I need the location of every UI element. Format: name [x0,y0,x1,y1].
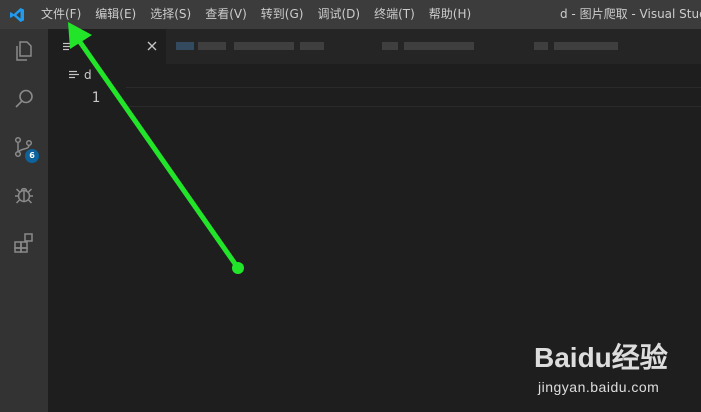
window-title: d - 图片爬取 - Visual Studio [560,7,701,21]
tab-blurred [234,42,294,50]
tab-bar [48,29,701,64]
watermark-brand: Baidu经验 [534,342,668,373]
line-number: 1 [91,90,100,106]
menu-terminal[interactable]: 终端(T) [367,0,422,29]
vscode-logo-icon [0,0,34,29]
activity-explorer[interactable] [0,29,48,77]
debug-icon [12,183,36,211]
activity-debug[interactable] [0,173,48,221]
menu-debug[interactable]: 调试(D) [310,0,367,29]
tab-blurred [176,42,194,50]
tab-blurred [534,42,548,50]
tab-blurred [300,42,324,50]
close-icon[interactable] [144,38,160,54]
menu-edit[interactable]: 编辑(E) [88,0,143,29]
activity-search[interactable] [0,77,48,125]
menu-help[interactable]: 帮助(H) [422,0,478,29]
menu-selection[interactable]: 选择(S) [143,0,198,29]
activity-bar: 6 [0,29,48,412]
text-file-icon [62,41,74,53]
extensions-icon [12,231,36,259]
current-line-highlight[interactable] [126,87,701,107]
breadcrumb: d [48,64,701,86]
source-control-badge: 6 [25,149,39,163]
menu-file[interactable]: 文件(F) [34,0,88,29]
watermark-url: jingyan.baidu.com [538,379,660,395]
tab-blurred [198,42,226,50]
tab-blurred [382,42,398,50]
explorer-icon [12,39,36,67]
search-icon [12,87,36,115]
watermark: Baidu经验 jingyan.baidu.com [534,336,694,406]
title-bar: 文件(F) 编辑(E) 选择(S) 查看(V) 转到(G) 调试(D) 终端(T… [0,0,701,29]
activity-extensions[interactable] [0,221,48,269]
menu-go[interactable]: 转到(G) [254,0,311,29]
vscode-window: 文件(F) 编辑(E) 选择(S) 查看(V) 转到(G) 调试(D) 终端(T… [0,0,701,412]
breadcrumb-file[interactable]: d [84,68,92,82]
activity-source-control[interactable]: 6 [0,125,48,173]
menu-view[interactable]: 查看(V) [198,0,254,29]
menu-bar: 文件(F) 编辑(E) 选择(S) 查看(V) 转到(G) 调试(D) 终端(T… [34,0,478,29]
tab-blurred [404,42,474,50]
tab-d[interactable] [48,29,166,64]
tab-blurred [554,42,618,50]
text-file-icon [68,69,80,81]
